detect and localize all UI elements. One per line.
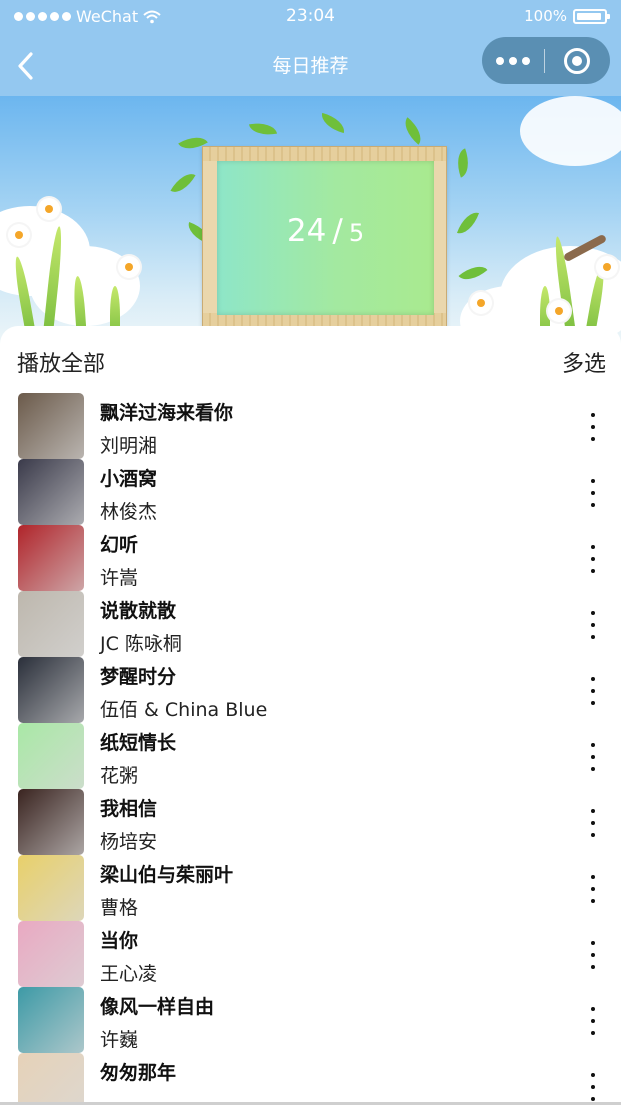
song-artist: JC 陈咏桐 [100, 633, 182, 655]
song-list-panel: 播放全部 多选 飘洋过海来看你 刘明湘小酒窝林俊杰幻听许嵩说散就散 JC 陈咏桐 梦醒… [0, 326, 621, 1105]
song-artist: 伍佰 & China Blue [100, 699, 268, 721]
song-title: 像风一样自由 [100, 996, 215, 1018]
more-options-icon[interactable] [580, 545, 606, 573]
song-artist: 花粥 [100, 765, 139, 787]
counter-separator: / [332, 213, 343, 249]
song-title: 小酒窝 [100, 468, 158, 490]
song-row[interactable]: 幻听 许嵩 [0, 525, 621, 591]
album-cover-image [18, 789, 84, 855]
song-title: 梦醒时分 [100, 666, 177, 688]
song-artist: 许嵩 [100, 567, 139, 589]
flower-decoration [8, 224, 30, 246]
song-row[interactable]: 匆匆那年 [0, 1053, 621, 1105]
song-title: 当你 [100, 930, 139, 952]
more-options-icon[interactable] [580, 1073, 606, 1101]
song-row[interactable]: 当你 王心凌 [0, 921, 621, 987]
leaf-decoration [451, 148, 475, 178]
flower-decoration [118, 256, 140, 278]
more-dots-icon[interactable] [482, 37, 544, 84]
more-options-icon[interactable] [580, 743, 606, 771]
counter-current: 24 [286, 213, 327, 249]
counter-frame: 24/5 [202, 146, 447, 328]
counter-total: 5 [348, 219, 365, 247]
status-bar: WeChat 23:04 100% [0, 0, 621, 34]
song-row[interactable]: 像风一样自由 许巍 [0, 987, 621, 1053]
status-battery: 100% [524, 7, 610, 25]
song-row[interactable]: 我相信 杨培安 [0, 789, 621, 855]
more-options-icon[interactable] [580, 809, 606, 837]
song-artist: 王心凌 [100, 963, 158, 985]
song-row[interactable]: 飘洋过海来看你 刘明湘 [0, 393, 621, 459]
song-title: 纸短情长 [100, 732, 177, 754]
cloud-decoration [520, 96, 621, 166]
album-cover-image [18, 921, 84, 987]
song-artist: 林俊杰 [100, 501, 158, 523]
album-cover-image [18, 459, 84, 525]
leaf-decoration [318, 112, 348, 134]
leaf-decoration [398, 117, 428, 145]
song-row[interactable]: 纸短情长 花粥 [0, 723, 621, 789]
battery-icon [573, 8, 610, 24]
song-artist: 许巍 [100, 1029, 139, 1051]
album-cover-image [18, 591, 84, 657]
counter-board: 24/5 [217, 161, 434, 315]
more-options-icon[interactable] [580, 677, 606, 705]
play-all-button[interactable]: 播放全部 [17, 346, 105, 378]
album-cover-image [18, 393, 84, 459]
album-cover-image [18, 855, 84, 921]
more-options-icon[interactable] [580, 611, 606, 639]
song-title: 幻听 [100, 534, 139, 556]
close-target-icon[interactable] [545, 37, 609, 84]
song-title: 梁山伯与茱丽叶 [100, 864, 234, 886]
flower-decoration [470, 292, 492, 314]
song-row[interactable]: 说散就散 JC 陈咏桐 [0, 591, 621, 657]
multi-select-button[interactable]: 多选 [562, 346, 606, 378]
leaf-decoration [456, 208, 480, 238]
more-options-icon[interactable] [580, 1007, 606, 1035]
album-cover-image [18, 525, 84, 591]
leaf-decoration [248, 119, 278, 139]
song-row[interactable]: 梁山伯与茱丽叶 曹格 [0, 855, 621, 921]
flower-decoration [596, 256, 618, 278]
battery-label: 100% [524, 7, 567, 25]
album-cover-image [18, 1053, 84, 1105]
banner: 24/5 [0, 96, 621, 346]
more-options-icon[interactable] [580, 941, 606, 969]
album-cover-image [18, 723, 84, 789]
leaf-decoration [458, 259, 488, 287]
album-cover-image [18, 657, 84, 723]
song-artist: 曹格 [100, 897, 139, 919]
song-row[interactable]: 小酒窝 林俊杰 [0, 459, 621, 525]
day-counter: 24/5 [217, 213, 434, 249]
more-options-icon[interactable] [580, 413, 606, 441]
more-options-icon[interactable] [580, 479, 606, 507]
leaf-decoration [170, 168, 196, 198]
song-title: 我相信 [100, 798, 158, 820]
song-artist: 杨培安 [100, 831, 158, 853]
song-title: 说散就散 [100, 600, 177, 622]
mini-program-capsule [482, 37, 610, 84]
song-title: 匆匆那年 [100, 1062, 177, 1084]
flower-decoration [38, 198, 60, 220]
flower-decoration [548, 300, 570, 322]
song-artist: 刘明湘 [100, 435, 158, 457]
song-row[interactable]: 梦醒时分伍佰 & China Blue [0, 657, 621, 723]
song-title: 飘洋过海来看你 [100, 402, 234, 424]
top-bar: WeChat 23:04 100% 每日推荐 [0, 0, 621, 96]
more-options-icon[interactable] [580, 875, 606, 903]
album-cover-image [18, 987, 84, 1053]
